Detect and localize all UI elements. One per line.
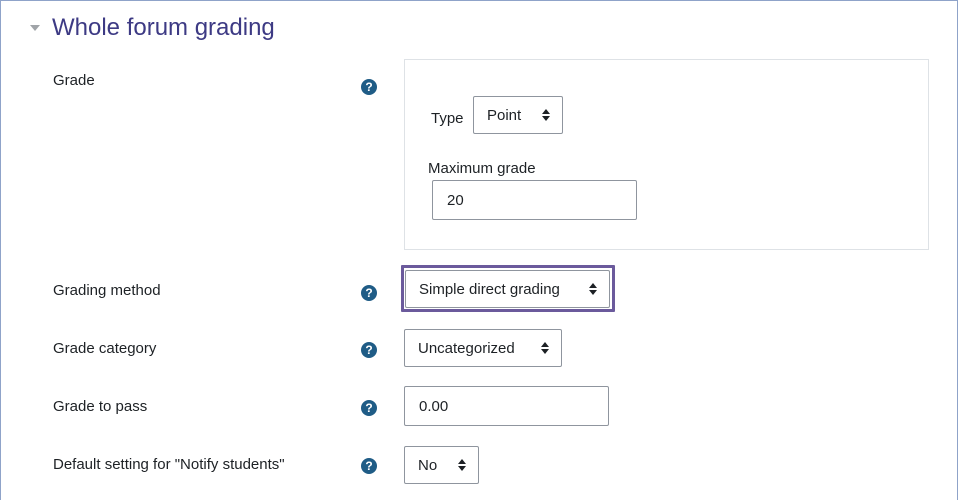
select-arrows-icon (542, 109, 550, 121)
grade-to-pass-input[interactable]: 0.00 (404, 386, 609, 426)
max-grade-label: Maximum grade (428, 160, 536, 177)
max-grade-input[interactable]: 20 (432, 180, 637, 220)
max-grade-value: 20 (447, 191, 464, 209)
grade-to-pass-value: 0.00 (419, 397, 449, 415)
grade-fieldset: Type Point Maximum grade 20 (404, 59, 929, 250)
svg-text:?: ? (365, 80, 372, 94)
grade-category-label: Grade category (53, 340, 157, 357)
grade-type-value: Point (487, 106, 522, 124)
svg-text:?: ? (365, 343, 372, 357)
notify-students-value: No (418, 456, 438, 474)
svg-text:?: ? (365, 401, 372, 415)
focus-highlight (401, 265, 615, 312)
svg-text:?: ? (365, 459, 372, 473)
section-header[interactable]: Whole forum grading (28, 14, 275, 42)
help-icon[interactable]: ? (361, 458, 377, 474)
type-label: Type (431, 110, 464, 127)
select-arrows-icon (458, 459, 466, 471)
grade-type-select[interactable]: Point (473, 96, 563, 134)
notify-students-select[interactable]: No (404, 446, 479, 484)
help-icon[interactable]: ? (361, 79, 377, 95)
grade-category-value: Uncategorized (418, 339, 515, 357)
grade-to-pass-label: Grade to pass (53, 398, 148, 415)
grading-method-label: Grading method (53, 282, 161, 299)
help-icon[interactable]: ? (361, 285, 377, 301)
grade-label: Grade (53, 72, 95, 89)
help-icon[interactable]: ? (361, 400, 377, 416)
help-icon[interactable]: ? (361, 342, 377, 358)
svg-text:?: ? (365, 286, 372, 300)
notify-students-label: Default setting for "Notify students" (53, 456, 285, 473)
section-title: Whole forum grading (52, 14, 275, 41)
select-arrows-icon (541, 342, 549, 354)
chevron-down-icon[interactable] (28, 21, 42, 35)
grade-category-select[interactable]: Uncategorized (404, 329, 562, 367)
